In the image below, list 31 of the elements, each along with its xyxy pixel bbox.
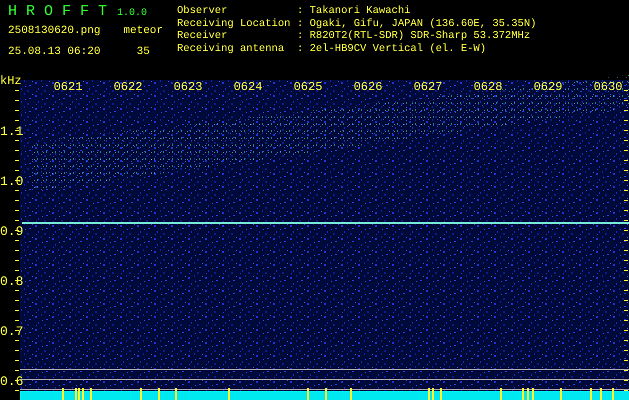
time-label: 0623 <box>174 80 202 94</box>
axis-unit: kHz <box>0 74 22 88</box>
app-name: H R O F F T <box>8 3 108 21</box>
info-value: : R820T2(RTL-SDR) SDR-Sharp 53.372MHz <box>297 30 530 42</box>
info-label: Receiving antenna <box>177 42 286 55</box>
time-label: 0625 <box>294 80 322 94</box>
axis-tick-label: 1.0 <box>0 174 24 189</box>
time-label: 0628 <box>474 80 502 94</box>
info-label: Observer <box>177 5 228 18</box>
info-value: : 2el-HB9CV Vertical (el. E-W) <box>297 42 486 55</box>
count-label: meteor <box>123 25 163 38</box>
info-value: : Takanori Kawachi <box>297 5 410 18</box>
axis-tick-label: 0.7 <box>0 324 24 339</box>
axis-tick-label: 1.1 <box>0 124 24 139</box>
axis-tick-label: 0.8 <box>0 274 24 289</box>
time-label: 0621 <box>54 80 82 94</box>
time-label: 0629 <box>534 80 562 94</box>
file-name: 2508130620.png <box>8 25 100 38</box>
time-label: 0627 <box>414 80 442 94</box>
time-label: 0626 <box>354 80 382 94</box>
axis-tick-label: 0.6 <box>0 374 24 389</box>
time-label: 0622 <box>114 80 142 94</box>
date-time: 25.08.13 06:20 <box>8 46 100 59</box>
time-label: 0624 <box>234 80 262 94</box>
axis-tick-label: 0.9 <box>0 224 24 239</box>
time-label: 0630 <box>594 80 622 94</box>
info-value: : Ogaki, Gifu, JAPAN (136.60E, 35.35N) <box>297 18 536 30</box>
info-label: Receiver <box>177 30 228 42</box>
info-label: Receiving Location <box>177 18 292 30</box>
count-value: 35 <box>136 46 150 59</box>
app-version: 1.0.0 <box>117 7 148 21</box>
